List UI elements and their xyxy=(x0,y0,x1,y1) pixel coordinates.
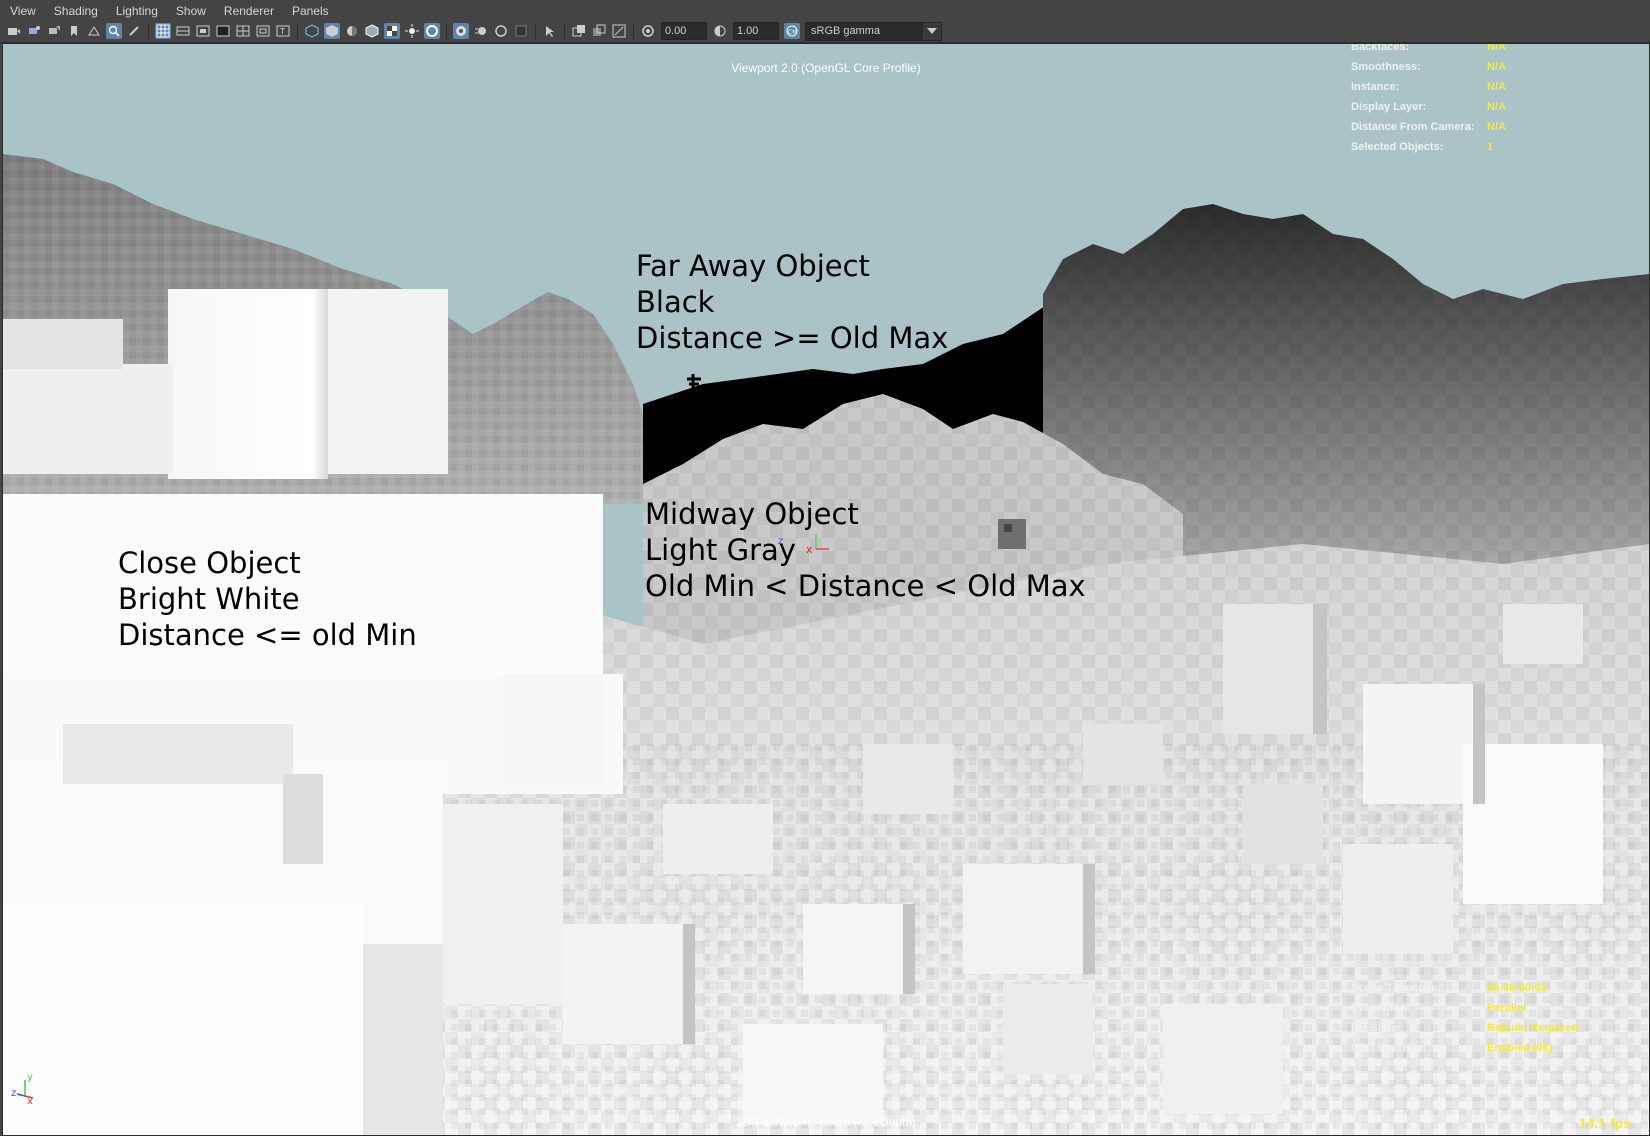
menu-panels[interactable]: Panels xyxy=(283,0,338,22)
annotation-close-line: Distance <= old Min xyxy=(118,618,417,652)
annotation-mid-line: Light Gray xyxy=(645,533,796,567)
depth-of-field-icon[interactable] xyxy=(513,23,529,39)
svg-text:T: T xyxy=(279,27,285,36)
annotation-close-object: Close Object Bright White Distance <= ol… xyxy=(118,545,417,653)
hud-value: N/A xyxy=(1487,81,1506,93)
hud-value: N/A xyxy=(1487,61,1506,73)
annotation-close-line: Close Object xyxy=(118,546,301,580)
grease-pencil-icon[interactable] xyxy=(126,23,142,39)
annotation-far-line: Black xyxy=(636,285,715,319)
panel-toolbar: T 0.00 1.00 CM sRGB gamma xyxy=(0,20,1650,43)
hud-label: EM State: xyxy=(1351,1022,1402,1034)
hud-value: Enabled (0k) xyxy=(1487,1042,1553,1054)
hud-value: N/A xyxy=(1487,121,1506,133)
hud-label: Smoothness: xyxy=(1351,61,1421,73)
exposure-icon[interactable] xyxy=(640,23,656,39)
annotation-mid-line: Old Min < Distance < Old Max xyxy=(645,569,1086,603)
menu-show[interactable]: Show xyxy=(167,0,215,22)
hud-value: Parallel xyxy=(1487,1002,1527,1014)
color-space-value: sRGB gamma xyxy=(811,24,881,37)
hud-value: 00:00:00:01 xyxy=(1487,982,1547,994)
annotation-close-line: Bright White xyxy=(118,582,300,616)
hud-value: 1 xyxy=(1487,141,1494,153)
view-axis-indicator: y z x xyxy=(11,1070,41,1109)
textured-icon[interactable] xyxy=(384,23,400,39)
camera-label: 2D Pan/Zoom : persp (rs_zDepth) xyxy=(735,1115,917,1129)
hud-value: N/A xyxy=(1487,101,1506,113)
select-icon[interactable] xyxy=(542,23,558,39)
wireframe-on-shaded-icon[interactable] xyxy=(364,23,380,39)
hud-row: Instance: N/A xyxy=(1351,77,1506,97)
axis-y-label: y xyxy=(27,1072,33,1083)
hud-row: Distance From Camera: N/A xyxy=(1351,117,1506,137)
hud-row: Display Layer: N/A xyxy=(1351,97,1506,117)
anti-aliasing-icon[interactable] xyxy=(493,23,509,39)
resolution-gate-icon[interactable] xyxy=(195,23,211,39)
film-gate-icon[interactable] xyxy=(175,23,191,39)
hud-row: Scene Timecode: 00:00:00:01 xyxy=(1351,978,1578,998)
hud-info-bottom: Scene Timecode: 00:00:00:01 Evaluation: Par… xyxy=(1351,978,1578,1058)
menu-renderer[interactable]: Renderer xyxy=(215,0,283,22)
color-space-select[interactable]: sRGB gamma xyxy=(805,21,942,41)
hud-row: GPU Override: Enabled (0k) xyxy=(1351,1038,1578,1058)
lights-icon[interactable] xyxy=(404,23,420,39)
wireframe-icon[interactable] xyxy=(304,23,320,39)
menu-view[interactable]: View xyxy=(0,0,45,22)
safe-title-icon[interactable]: T xyxy=(275,23,291,39)
grid-icon[interactable] xyxy=(155,23,171,39)
axis-z-label: z xyxy=(11,1088,16,1099)
field-chart-icon[interactable] xyxy=(235,23,251,39)
svg-text:CM: CM xyxy=(788,29,797,36)
hud-label: Scene Timecode: xyxy=(1351,982,1442,994)
hud-label: Evaluation: xyxy=(1351,1002,1411,1014)
camera-attributes-icon[interactable] xyxy=(26,23,42,39)
smooth-shade-icon[interactable] xyxy=(324,23,340,39)
hud-label: GPU Override: xyxy=(1351,1042,1427,1054)
hud-row: EM State: Rebuild Required xyxy=(1351,1018,1578,1038)
hud-value: N/A xyxy=(1487,43,1506,53)
hud-label: Display Layer: xyxy=(1351,101,1427,113)
gamma-icon[interactable] xyxy=(712,23,728,39)
menu-shading[interactable]: Shading xyxy=(45,0,107,22)
hud-label: Backfaces: xyxy=(1351,43,1410,53)
bookmark-camera-icon[interactable] xyxy=(46,23,62,39)
chevron-down-icon[interactable] xyxy=(923,22,941,40)
shadows-icon[interactable] xyxy=(424,23,440,39)
motion-blur-icon[interactable] xyxy=(473,23,489,39)
maya-viewport-window: View Shading Lighting Show Renderer Pane… xyxy=(0,0,1650,1136)
screen-space-ao-icon[interactable] xyxy=(453,23,469,39)
hud-label: Selected Objects: xyxy=(1351,141,1444,153)
axis-x-label: x xyxy=(27,1096,33,1104)
hud-row: Smoothness: N/A xyxy=(1351,57,1506,77)
annotation-far-line: Distance >= Old Max xyxy=(636,321,949,355)
gate-mask-icon[interactable] xyxy=(215,23,231,39)
hud-row: Evaluation: Parallel xyxy=(1351,998,1578,1018)
default-material-icon[interactable] xyxy=(344,23,360,39)
gamma-field[interactable]: 1.00 xyxy=(733,22,779,40)
exposure-field[interactable]: 0.00 xyxy=(661,22,707,40)
panel-menu-bar: View Shading Lighting Show Renderer Pane… xyxy=(0,0,1650,22)
annotation-far-object: Far Away Object Black Distance >= Old Ma… xyxy=(636,248,948,356)
xray-joints-icon[interactable] xyxy=(611,23,627,39)
annotation-mid-line: Midway Object xyxy=(645,497,859,531)
fps-counter: 14.1 fps xyxy=(1578,1115,1631,1131)
hud-info-top: Backfaces: N/A Smoothness: N/A Instance: N/A D… xyxy=(1351,43,1506,157)
hud-value: Rebuild Required xyxy=(1487,1022,1579,1034)
annotation-mid-object: Midway Object Light Gray Old Min < Dista… xyxy=(645,496,1086,604)
hud-label: Distance From Camera: xyxy=(1351,121,1475,133)
menu-lighting[interactable]: Lighting xyxy=(107,0,167,22)
isolate-select-icon[interactable] xyxy=(571,23,587,39)
2d-pan-zoom-icon[interactable] xyxy=(106,23,122,39)
hud-row: Backfaces: N/A xyxy=(1351,43,1506,57)
camera-icon[interactable] xyxy=(6,23,22,39)
hud-row: Selected Objects: 1 xyxy=(1351,137,1506,157)
image-plane-icon[interactable] xyxy=(86,23,102,39)
hud-label: Instance: xyxy=(1351,81,1400,93)
xray-icon[interactable] xyxy=(591,23,607,39)
safe-action-icon[interactable] xyxy=(255,23,271,39)
3d-viewport[interactable]: z x Viewport 2.0 (OpenGL Core Profile) B… xyxy=(2,43,1650,1136)
annotation-far-line: Far Away Object xyxy=(636,249,870,283)
color-management-icon[interactable]: CM xyxy=(784,23,800,39)
bookmark-icon[interactable] xyxy=(66,23,82,39)
